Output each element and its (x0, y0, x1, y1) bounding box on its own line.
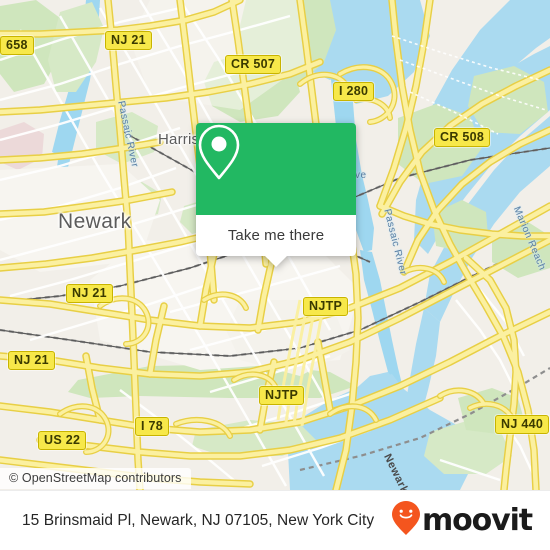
route-shield-njtp-south[interactable]: NJTP (259, 386, 305, 405)
popup-pointer (265, 256, 287, 267)
route-shield-nj21-north[interactable]: NJ 21 (105, 31, 152, 50)
route-shield-nj21-mid[interactable]: NJ 21 (66, 284, 113, 303)
moovit-wordmark: moovit (421, 502, 533, 538)
route-shield-nj21-south[interactable]: NJ 21 (8, 351, 55, 370)
moovit-map-screen: Newark Harris Passaic River Passaic Rive… (0, 0, 550, 550)
moovit-smiley-pin-icon-svg (391, 501, 420, 535)
route-shield-658[interactable]: 658 (0, 36, 34, 55)
popup-icon-area (196, 123, 356, 215)
route-shield-njtp-north[interactable]: NJTP (303, 297, 349, 316)
route-shield-i280[interactable]: I 280 (333, 82, 375, 101)
route-shield-cr507[interactable]: CR 507 (225, 55, 282, 74)
take-me-there-button[interactable]: Take me there (196, 215, 356, 256)
footer-bar: 15 Brinsmaid Pl, Newark, NJ 07105, New Y… (0, 490, 550, 550)
map-pin-icon-svg (198, 124, 240, 180)
route-shield-i78[interactable]: I 78 (135, 417, 170, 436)
route-shield-nj440[interactable]: NJ 440 (495, 415, 550, 434)
moovit-smiley-pin-icon (391, 500, 421, 541)
location-popup-card[interactable]: Take me there (196, 123, 356, 267)
osm-attribution[interactable]: © OpenStreetMap contributors (0, 468, 191, 489)
route-shield-us22[interactable]: US 22 (38, 431, 87, 450)
map-canvas[interactable]: Newark Harris Passaic River Passaic Rive… (0, 0, 550, 490)
route-shield-cr508[interactable]: CR 508 (434, 128, 491, 147)
address-label: 15 Brinsmaid Pl, Newark, NJ 07105, New Y… (22, 511, 375, 529)
moovit-logo[interactable]: moovit (391, 500, 533, 541)
